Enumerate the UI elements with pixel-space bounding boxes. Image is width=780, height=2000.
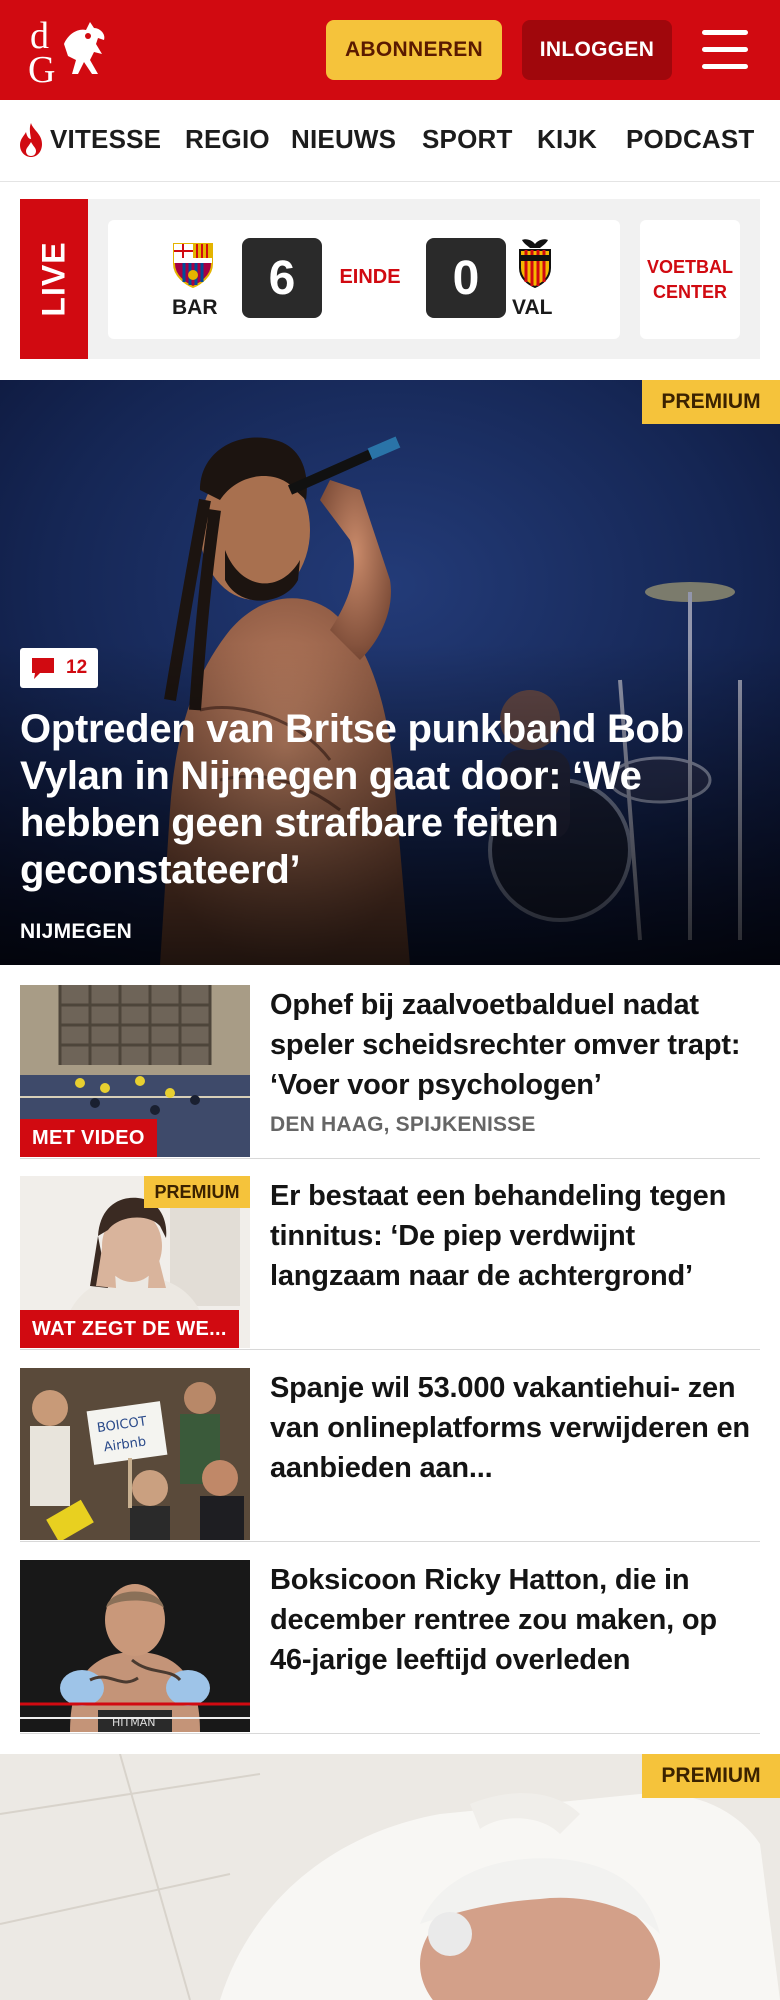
hero-title[interactable]: Optreden van Britse punkband Bob Vylan i… [20, 706, 740, 894]
article-thumbnail: HITMAN [20, 1560, 250, 1732]
live-score-widget: LIVE BAR 6 EINDE 0 VAL VOETBAL CENTER [20, 199, 760, 359]
category-label: WAT ZEGT DE WE... [20, 1310, 239, 1348]
article-location: DEN HAAG, SPIJKENISSE [270, 1113, 536, 1136]
hero-location: NIJMEGEN [20, 920, 133, 943]
live-label: LIVE [35, 241, 72, 317]
premium-badge: PREMIUM [642, 1754, 780, 1798]
svg-text:G: G [28, 49, 55, 86]
comment-icon [32, 658, 54, 679]
site-logo[interactable]: d G [28, 14, 116, 91]
subscribe-button[interactable]: ABONNEREN [326, 20, 502, 80]
flame-icon [20, 123, 42, 157]
article-title[interactable]: Boksicoon Ricky Hatton, die in december … [270, 1560, 760, 1680]
nav-item-podcast[interactable]: PODCAST [626, 124, 755, 155]
article-thumbnail: PREMIUM WAT ZEGT DE WE... [20, 1176, 250, 1348]
nav-item-sport[interactable]: SPORT [422, 124, 513, 155]
menu-icon[interactable] [700, 28, 750, 72]
match-card[interactable]: BAR 6 EINDE 0 VAL [108, 220, 620, 339]
match-status: EINDE [339, 266, 401, 288]
article-title[interactable]: Er bestaat een behandeling tegen tinnitu… [270, 1176, 760, 1296]
article-thumbnail: MET VIDEO [20, 985, 250, 1157]
featured-article[interactable]: PREMIUM [0, 1754, 780, 2000]
login-button[interactable]: INLOGGEN [522, 20, 672, 80]
video-label: MET VIDEO [20, 1119, 157, 1157]
article-title[interactable]: Ophef bij zaalvoetbalduel nadat speler s… [270, 985, 760, 1105]
main-navigation: VITESSE REGIO NIEUWS SPORT KIJK PODCAST [0, 100, 780, 182]
voetbal-center-link[interactable]: VOETBAL CENTER [640, 220, 740, 339]
article-item[interactable]: PREMIUM WAT ZEGT DE WE... Er bestaat een… [20, 1176, 760, 1350]
article-item[interactable]: HITMAN Boksicoon Ricky Hatton, die in de… [20, 1560, 760, 1734]
premium-badge: PREMIUM [642, 380, 780, 424]
article-title[interactable]: Spanje wil 53.000 vakantiehui- zen van o… [270, 1368, 760, 1488]
valencia-crest-icon [519, 239, 551, 288]
home-score: 6 [242, 238, 322, 318]
nav-item-nieuws[interactable]: NIEUWS [291, 124, 396, 155]
nav-item-regio[interactable]: REGIO [185, 124, 270, 155]
barcelona-crest-icon [173, 243, 213, 288]
hero-article[interactable]: PREMIUM 12 Optreden van Britse punkband … [0, 380, 780, 965]
top-header: d G ABONNEREN INLOGGEN [0, 0, 780, 100]
live-tab: LIVE [20, 199, 88, 359]
comment-count: 12 [66, 657, 88, 678]
comment-count-badge[interactable]: 12 [20, 648, 98, 688]
away-team-code: VAL [512, 296, 553, 319]
article-item[interactable]: MET VIDEO Ophef bij zaalvoetbalduel nada… [20, 985, 760, 1159]
article-item[interactable]: BOICOT Airbnb Spanje wil 53.000 vakantie… [20, 1368, 760, 1542]
premium-badge: PREMIUM [144, 1176, 250, 1208]
nav-item-kijk[interactable]: KIJK [537, 124, 597, 155]
home-team-code: BAR [172, 296, 218, 319]
article-thumbnail: BOICOT Airbnb [20, 1368, 250, 1540]
away-score: 0 [426, 238, 506, 318]
nav-item-vitesse[interactable]: VITESSE [50, 124, 161, 155]
